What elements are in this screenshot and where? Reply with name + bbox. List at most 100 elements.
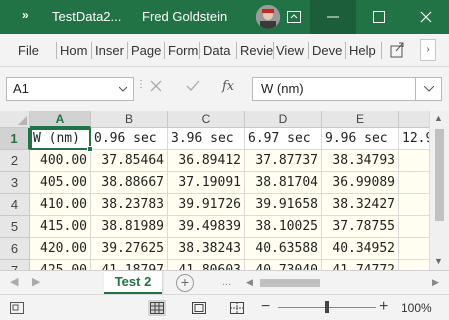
column-header-d[interactable]: D [245,111,322,128]
scroll-down-icon[interactable]: ▼ [434,256,443,266]
cell-f7[interactable]: 42.0 [399,260,429,270]
cell-c2[interactable]: 36.89412 [168,150,245,172]
cancel-entry-button[interactable] [150,79,162,95]
close-button[interactable] [402,0,449,34]
add-sheet-button[interactable]: + [176,274,194,292]
cell-b1[interactable]: 0.96 sec [91,128,168,150]
cell-e1[interactable]: 9.96 sec [322,128,399,150]
cell-d7[interactable]: 40.73040 [245,260,322,270]
cell-c7[interactable]: 41.80603 [168,260,245,270]
expand-formula-bar-button[interactable] [416,77,442,101]
cell-d3[interactable]: 38.81704 [245,172,322,194]
scroll-right-icon[interactable]: ▶ [432,277,439,288]
sheet-tab-active[interactable]: Test 2 [104,271,162,295]
formula-bar-grip[interactable]: ⋮ [136,80,146,97]
ribbon-scroll-right-button[interactable]: › [420,39,436,61]
cell-b5[interactable]: 38.81989 [91,216,168,238]
worksheet-grid[interactable]: A B C D E F 1W (nm)0.96 sec3.96 sec6.97 … [0,111,429,270]
cell-a7[interactable]: 425.00 [30,260,91,270]
tab-home[interactable]: Hom [60,43,87,58]
cell-a1[interactable]: W (nm) [30,128,91,150]
cell-e2[interactable]: 38.34793 [322,150,399,172]
cell-e4[interactable]: 38.32427 [322,194,399,216]
minimize-button[interactable] [310,0,356,34]
tab-file[interactable]: File [18,43,39,58]
tab-data[interactable]: Data [203,43,230,58]
sheet-tab-splitter[interactable]: ... [222,276,231,288]
cell-a3[interactable]: 405.00 [30,172,91,194]
cell-c6[interactable]: 38.38243 [168,238,245,260]
cell-f2[interactable]: 37.5 [399,150,429,172]
macro-recording-icon[interactable] [10,302,24,314]
normal-view-button[interactable] [148,300,166,316]
column-header-b[interactable]: B [91,111,168,128]
cell-d5[interactable]: 38.10025 [245,216,322,238]
page-break-view-button[interactable] [228,300,246,316]
row-header-5[interactable]: 5 [0,216,30,238]
cell-b2[interactable]: 37.85464 [91,150,168,172]
select-all-button[interactable] [0,111,30,128]
insert-function-button[interactable]: fx [222,79,234,94]
cell-b4[interactable]: 38.23783 [91,194,168,216]
cell-d6[interactable]: 40.63588 [245,238,322,260]
tab-page-layout[interactable]: Page [131,43,161,58]
zoom-out-button[interactable]: − [261,298,270,316]
zoom-level[interactable]: 100% [401,301,432,315]
cell-f5[interactable]: 37.9 [399,216,429,238]
tab-developer[interactable]: Deve [312,43,342,58]
zoom-in-button[interactable]: + [379,298,388,316]
column-header-e[interactable]: E [322,111,399,128]
cell-c4[interactable]: 39.91726 [168,194,245,216]
maximize-button[interactable] [356,0,402,34]
cell-d2[interactable]: 37.87737 [245,150,322,172]
row-header-1[interactable]: 1 [0,128,30,150]
row-header-3[interactable]: 3 [0,172,30,194]
next-sheet-icon[interactable]: ▶ [32,275,40,288]
row-header-4[interactable]: 4 [0,194,30,216]
cell-e7[interactable]: 41.74772 [322,260,399,270]
cell-d4[interactable]: 39.91658 [245,194,322,216]
tab-formulas[interactable]: Form [168,43,198,58]
cell-b3[interactable]: 38.88667 [91,172,168,194]
tab-review[interactable]: Revie [240,43,273,58]
quick-access-more-button[interactable]: » [22,8,29,22]
horizontal-scrollbar[interactable]: ◀ ▶ [246,277,446,289]
vertical-scroll-thumb[interactable] [435,129,444,221]
name-box[interactable]: A1 [6,77,134,101]
ribbon-display-options-button[interactable] [278,0,310,34]
tab-insert[interactable]: Inser [95,43,124,58]
cell-e6[interactable]: 40.34952 [322,238,399,260]
cell-a6[interactable]: 420.00 [30,238,91,260]
cell-a2[interactable]: 400.00 [30,150,91,172]
cell-c3[interactable]: 37.19091 [168,172,245,194]
row-header-2[interactable]: 2 [0,150,30,172]
cell-f3[interactable]: 38.2 [399,172,429,194]
cell-c1[interactable]: 3.96 sec [168,128,245,150]
scroll-up-icon[interactable]: ▲ [434,113,443,123]
cell-a5[interactable]: 415.00 [30,216,91,238]
column-header-c[interactable]: C [168,111,245,128]
user-name[interactable]: Fred Goldstein [142,9,227,24]
row-header-6[interactable]: 6 [0,238,30,260]
cell-e5[interactable]: 37.78755 [322,216,399,238]
page-layout-view-button[interactable] [190,300,208,316]
cell-c5[interactable]: 39.49839 [168,216,245,238]
column-header-a[interactable]: A [30,111,91,128]
scroll-left-icon[interactable]: ◀ [246,277,253,288]
cell-d1[interactable]: 6.97 sec [245,128,322,150]
avatar[interactable] [256,5,280,29]
row-header-7[interactable]: 7 [0,260,30,270]
cell-b6[interactable]: 39.27625 [91,238,168,260]
share-button[interactable] [390,40,406,61]
horizontal-scroll-thumb[interactable] [260,279,320,287]
vertical-scrollbar[interactable]: ▲ ▼ [429,111,449,270]
tab-view[interactable]: View [276,43,304,58]
previous-sheet-icon[interactable]: ◀ [10,275,18,288]
column-header-f[interactable]: F [399,111,429,128]
enter-button[interactable] [186,79,200,95]
cell-e3[interactable]: 36.99089 [322,172,399,194]
cell-f1[interactable]: 12.96 sec [399,128,429,150]
cell-b7[interactable]: 41.18797 [91,260,168,270]
zoom-slider-thumb[interactable] [325,301,329,313]
formula-input[interactable]: W (nm) [252,77,416,101]
